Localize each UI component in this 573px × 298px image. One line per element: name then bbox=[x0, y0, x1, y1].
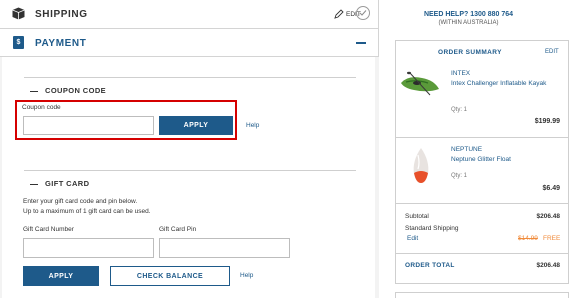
item-brand: NEPTUNE bbox=[451, 146, 483, 153]
shipping-method-label: Standard Shipping bbox=[405, 225, 459, 232]
item-name[interactable]: Neptune Glitter Float bbox=[451, 155, 561, 164]
order-total-label: ORDER TOTAL bbox=[405, 262, 455, 269]
giftcard-desc-line2: Up to a maximum of 1 gift card can be us… bbox=[23, 208, 151, 215]
shipping-old-price: $14.99 bbox=[518, 235, 538, 242]
giftcard-pin-label: Gift Card Pin bbox=[159, 226, 197, 233]
order-summary-edit-link[interactable]: EDIT bbox=[545, 49, 559, 55]
coupon-heading[interactable]: COUPON CODE bbox=[30, 86, 106, 95]
item-qty: Qty: 1 bbox=[451, 173, 468, 179]
completed-check-icon bbox=[356, 6, 370, 20]
subtotal-value: $206.48 bbox=[536, 213, 561, 220]
item-qty: Qty: 1 bbox=[451, 107, 468, 113]
order-summary: ORDER SUMMARY EDIT INTEX Intex Challenge… bbox=[395, 40, 569, 284]
giftcard-heading[interactable]: GIFT CARD bbox=[30, 179, 89, 188]
checkout-steps: SHIPPING EDIT $ PAYMENT COUPON CODE Coup… bbox=[0, 0, 379, 298]
pencil-icon[interactable] bbox=[334, 9, 344, 19]
subtotal-label: Subtotal bbox=[405, 213, 429, 220]
item-price: $199.99 bbox=[534, 118, 560, 125]
summary-next-panel bbox=[395, 292, 569, 298]
order-total-value: $206.48 bbox=[536, 262, 561, 269]
check-balance-button[interactable]: CHECK BALANCE bbox=[110, 266, 230, 286]
kayak-icon bbox=[401, 71, 439, 96]
item-separator bbox=[396, 137, 568, 138]
giftcard-number-input[interactable] bbox=[23, 238, 154, 258]
minus-icon bbox=[30, 90, 38, 92]
total-separator bbox=[396, 253, 568, 254]
help-phone[interactable]: NEED HELP? 1300 880 764 bbox=[393, 11, 544, 18]
order-item: NEPTUNE Neptune Glitter Float Qty: 1 $6.… bbox=[396, 145, 568, 201]
float-icon bbox=[413, 148, 429, 183]
item-brand: INTEX bbox=[451, 70, 471, 77]
coupon-input[interactable] bbox=[23, 116, 154, 135]
box-icon bbox=[12, 7, 25, 20]
payment-title: PAYMENT bbox=[35, 38, 87, 49]
giftcard-help-link[interactable]: Help bbox=[240, 272, 253, 279]
collapse-minus-icon[interactable] bbox=[356, 42, 366, 44]
coupon-help-link[interactable]: Help bbox=[246, 122, 259, 129]
coupon-field-label: Coupon code bbox=[22, 104, 61, 111]
payment-card-icon: $ bbox=[13, 36, 24, 49]
coupon-apply-button[interactable]: APPLY bbox=[159, 116, 233, 135]
shipping-edit-link[interactable]: Edit bbox=[407, 235, 418, 242]
coupon-divider bbox=[24, 77, 356, 78]
help-region: (WITHIN AUSTRALIA) bbox=[438, 20, 499, 26]
shipping-title: SHIPPING bbox=[35, 9, 88, 20]
payment-step-header[interactable]: $ PAYMENT bbox=[0, 29, 379, 57]
giftcard-pin-input[interactable] bbox=[159, 238, 290, 258]
giftcard-apply-button[interactable]: APPLY bbox=[23, 266, 99, 286]
shipping-step[interactable]: SHIPPING EDIT bbox=[0, 0, 379, 29]
giftcard-divider bbox=[24, 170, 356, 171]
order-item: INTEX Intex Challenger Inflatable Kayak … bbox=[396, 69, 568, 135]
item-price: $6.49 bbox=[542, 185, 560, 192]
item-name[interactable]: Intex Challenger Inflatable Kayak bbox=[451, 79, 561, 88]
giftcard-heading-text: GIFT CARD bbox=[45, 179, 90, 188]
shipping-free-badge: FREE bbox=[543, 235, 561, 242]
coupon-heading-text: COUPON CODE bbox=[45, 86, 107, 95]
checkout-page: SHIPPING EDIT $ PAYMENT COUPON CODE Coup… bbox=[0, 0, 573, 298]
minus-icon bbox=[30, 183, 38, 185]
giftcard-number-label: Gift Card Number bbox=[23, 226, 74, 233]
item-separator bbox=[396, 203, 568, 204]
order-summary-title: ORDER SUMMARY bbox=[438, 49, 502, 56]
